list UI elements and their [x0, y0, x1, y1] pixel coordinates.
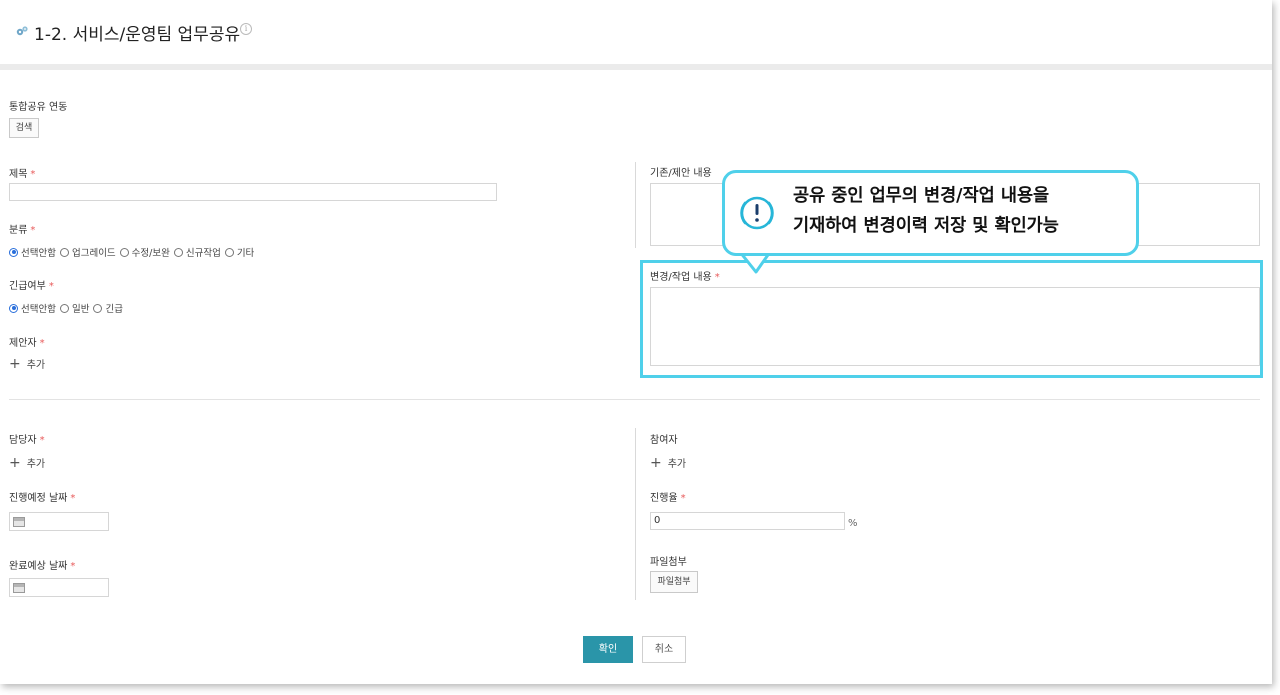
- category-option[interactable]: 기타: [224, 245, 254, 259]
- callout-bubble: 공유 중인 업무의 변경/작업 내용을 기재하여 변경이력 저장 및 확인가능: [722, 170, 1139, 256]
- section-divider: [9, 399, 1260, 400]
- plus-icon: +: [9, 454, 21, 471]
- progress-input[interactable]: 0: [650, 512, 845, 530]
- gear-icon: [16, 26, 28, 36]
- due-date-input[interactable]: [9, 578, 109, 597]
- urgency-radio-group: 선택안함 일반 긴급: [9, 301, 127, 315]
- category-radio-group: 선택안함 업그레이드 수정/보완 신규작업 기타: [9, 245, 258, 259]
- subject-label-text: 제목: [9, 169, 28, 180]
- assignee-label: 담당자 *: [9, 431, 45, 446]
- planned-date-label-text: 진행예정 날짜: [9, 493, 68, 504]
- percent-unit: %: [848, 518, 858, 529]
- integration-label: 통합공유 연동: [9, 102, 68, 113]
- participant-add-button[interactable]: + 추가: [650, 454, 686, 471]
- confirm-button[interactable]: 확인: [583, 636, 633, 663]
- progress-label-text: 진행율: [650, 493, 678, 504]
- cancel-button[interactable]: 취소: [642, 636, 686, 663]
- callout-text: 공유 중인 업무의 변경/작업 내용을 기재하여 변경이력 저장 및 확인가능: [793, 181, 1059, 241]
- required-mark: *: [680, 493, 686, 504]
- urgency-label: 긴급여부 *: [9, 277, 54, 292]
- urgency-label-text: 긴급여부: [9, 281, 46, 292]
- page-title: 1-2. 서비스/운영팀 업무공유: [34, 25, 241, 45]
- participant-label: 참여자: [650, 435, 678, 446]
- category-label: 분류 *: [9, 221, 35, 236]
- category-option[interactable]: 수정/보완: [119, 245, 170, 259]
- search-button[interactable]: 검색: [9, 118, 39, 138]
- urgency-option[interactable]: 선택안함: [9, 301, 56, 315]
- required-mark: *: [39, 435, 45, 446]
- assignee-add-button[interactable]: + 추가: [9, 454, 45, 471]
- planned-date-label: 진행예정 날짜 *: [9, 489, 75, 504]
- radio-icon[interactable]: [59, 303, 69, 313]
- info-icon[interactable]: i: [240, 23, 252, 35]
- category-label-text: 분류: [9, 225, 28, 236]
- proposer-add-button[interactable]: + 추가: [9, 355, 45, 372]
- calendar-icon[interactable]: [13, 517, 25, 527]
- highlight-box: [640, 260, 1263, 378]
- subject-input[interactable]: [9, 183, 497, 201]
- proposer-label: 제안자 *: [9, 334, 45, 349]
- category-option[interactable]: 업그레이드: [59, 245, 116, 259]
- category-option[interactable]: 신규작업: [173, 245, 221, 259]
- calendar-icon[interactable]: [13, 583, 25, 593]
- planned-date-input[interactable]: [9, 512, 109, 531]
- attachment-label: 파일첨부: [650, 557, 687, 568]
- radio-selected-icon[interactable]: [9, 303, 18, 313]
- attach-file-button[interactable]: 파일첨부: [650, 571, 698, 593]
- required-mark: *: [39, 338, 45, 349]
- assignee-label-text: 담당자: [9, 435, 37, 446]
- due-date-label-text: 완료예상 날짜: [9, 561, 68, 572]
- radio-icon[interactable]: [119, 247, 129, 257]
- radio-icon[interactable]: [224, 247, 234, 257]
- existing-content-label: 기존/제안 내용: [650, 168, 712, 179]
- radio-icon[interactable]: [173, 247, 183, 257]
- required-mark: *: [70, 493, 76, 504]
- proposer-label-text: 제안자: [9, 338, 37, 349]
- required-mark: *: [48, 281, 54, 292]
- exclamation-icon: [740, 196, 774, 230]
- callout-line-2: 기재하여 변경이력 저장 및 확인가능: [793, 216, 1059, 236]
- plus-icon: +: [9, 355, 21, 372]
- required-mark: *: [70, 561, 76, 572]
- page-header: 1-2. 서비스/운영팀 업무공유 i: [0, 0, 1272, 70]
- urgency-option[interactable]: 긴급: [93, 301, 123, 315]
- subject-label: 제목 *: [9, 165, 35, 180]
- column-divider: [635, 162, 636, 248]
- required-mark: *: [30, 169, 36, 180]
- radio-icon[interactable]: [59, 247, 69, 257]
- form-window: 1-2. 서비스/운영팀 업무공유 i 통합공유 연동 검색 제목 * 분류 * 선…: [0, 0, 1272, 684]
- due-date-label: 완료예상 날짜 *: [9, 557, 75, 572]
- required-mark: *: [30, 225, 36, 236]
- callout-line-1: 공유 중인 업무의 변경/작업 내용을: [793, 186, 1050, 206]
- plus-icon: +: [650, 454, 662, 471]
- radio-selected-icon[interactable]: [9, 247, 18, 257]
- category-option[interactable]: 선택안함: [9, 245, 56, 259]
- urgency-option[interactable]: 일반: [59, 301, 89, 315]
- progress-label: 진행율 *: [650, 489, 686, 504]
- column-divider: [635, 428, 636, 600]
- radio-icon[interactable]: [93, 303, 103, 313]
